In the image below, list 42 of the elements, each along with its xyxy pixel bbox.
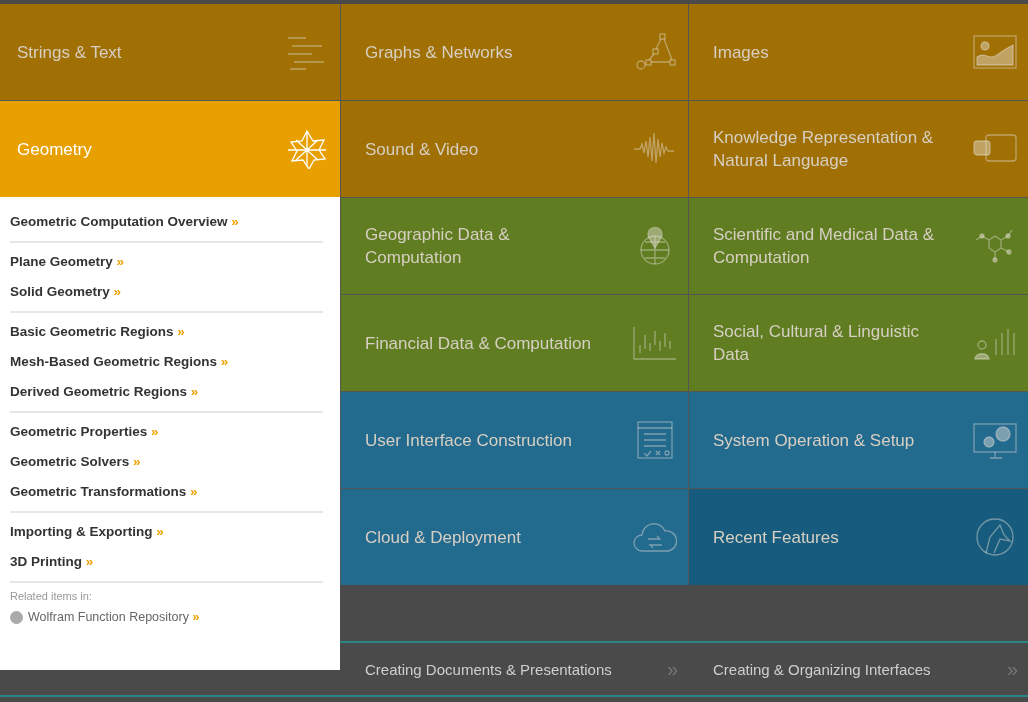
menu-link[interactable]: Geometric Properties » — [10, 417, 323, 447]
menu-link[interactable]: Plane Geometry » — [10, 247, 323, 277]
tile-label: Social, Cultural & Linguistic Data — [713, 321, 920, 366]
image-icon — [972, 32, 1018, 72]
menu-link[interactable]: Importing & Exporting » — [10, 517, 323, 547]
tile-label: Graphs & Networks — [365, 41, 513, 64]
tile-label: Knowledge Representation & Natural Language — [713, 127, 935, 172]
menu-link[interactable]: Geometric Computation Overview » — [10, 207, 323, 237]
tile-label: Sound & Video — [365, 138, 479, 161]
category-tile[interactable]: Cloud & Deployment — [341, 489, 688, 585]
chevron-icon: » — [666, 657, 678, 681]
tile-label: Geometry — [17, 138, 92, 161]
menu-link[interactable]: Basic Geometric Regions » — [10, 317, 323, 347]
tile-label: User Interface Construction — [365, 429, 572, 452]
category-tile[interactable]: Recent Features — [689, 489, 1028, 585]
related-heading: Related items in: — [10, 590, 93, 602]
menu-link[interactable]: Geometric Solvers » — [10, 447, 323, 477]
monitor-gears-icon — [972, 420, 1018, 460]
menu-link[interactable]: Mesh-Based Geometric Regions » — [10, 347, 323, 377]
menu-link[interactable]: Geometric Transformations » — [10, 477, 323, 507]
repository-icon — [10, 610, 23, 624]
tile-label: Geographic Data & Computation — [365, 224, 511, 269]
tile-label: Images — [713, 41, 769, 64]
chevron-icon: » — [1006, 657, 1018, 681]
link-label: Creating & Organizing Interfaces — [713, 660, 931, 678]
category-tile[interactable]: User Interface Construction — [341, 392, 688, 488]
category-tile[interactable]: Scientific and Medical Data & Computation — [689, 198, 1028, 294]
menu-link[interactable]: Solid Geometry » — [10, 277, 323, 307]
category-tile[interactable]: Geographic Data & Computation — [341, 198, 688, 294]
menu-link[interactable]: Derived Geometric Regions » — [10, 377, 323, 407]
tile-label: Financial Data & Computation — [365, 332, 591, 355]
tile-label: Strings & Text — [17, 41, 122, 64]
tile-label: Cloud & Deployment — [365, 526, 521, 549]
tile-label: Scientific and Medical Data & Computation — [713, 224, 936, 269]
related-link[interactable]: Wolfram Function Repository » — [28, 610, 200, 624]
category-tile[interactable]: Social, Cultural & Linguistic Data — [689, 295, 1028, 391]
tile-label: System Operation & Setup — [713, 429, 915, 452]
tile-label: Recent Features — [713, 526, 839, 549]
link-label: Creating Documents & Presentations — [365, 660, 612, 678]
menu-link[interactable]: 3D Printing » — [10, 547, 323, 577]
category-tile[interactable]: Financial Data & Computation — [341, 295, 688, 391]
category-tile[interactable]: System Operation & Setup — [689, 392, 1028, 488]
